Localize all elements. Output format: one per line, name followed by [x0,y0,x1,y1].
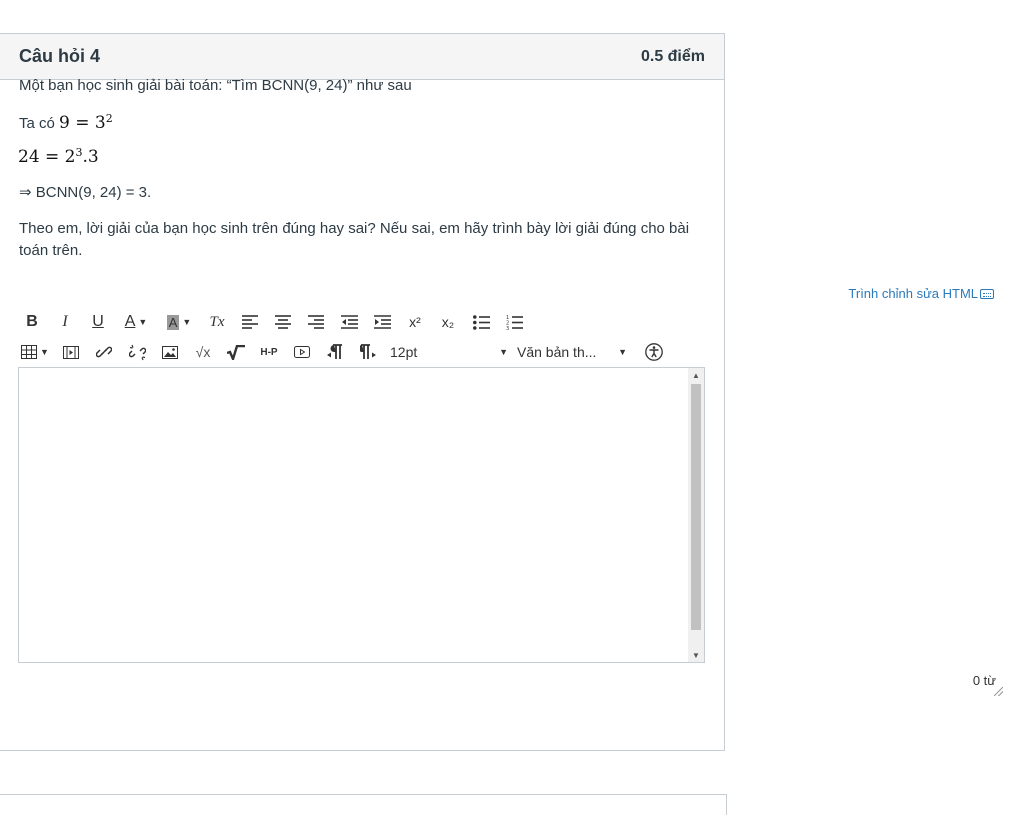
align-left-icon [242,315,258,329]
keyboard-icon[interactable] [980,288,994,299]
math-button[interactable] [223,339,249,365]
question-header: Câu hỏi 4 0.5 điểm [0,34,724,80]
align-center-icon [275,315,291,329]
h5p-button[interactable]: H-P [256,339,282,365]
question-points: 0.5 điểm [640,47,705,65]
italic-icon: I [62,313,68,330]
scroll-down-icon[interactable]: ▼ [688,648,704,662]
h5p-icon: H-P [260,346,278,358]
bullet-list-button[interactable] [468,309,494,335]
accessibility-checker-button[interactable] [641,339,667,365]
editor-scrollbar[interactable]: ▲ ▼ [688,368,704,662]
svg-text:3: 3 [506,326,509,330]
film-icon [63,345,79,359]
image-icon [162,345,178,359]
indent-icon [373,315,391,329]
html-editor-link[interactable]: Trình chỉnh sửa HTML [848,286,994,301]
line2-prefix: Ta có [19,115,55,132]
ltr-button[interactable] [322,339,348,365]
indent-button[interactable] [369,309,395,335]
scroll-up-icon[interactable]: ▲ [688,368,704,382]
question-title: Câu hỏi 4 [19,46,101,66]
subscript-button[interactable]: x₂ [435,309,461,335]
play-icon [294,346,310,358]
bullet-list-icon [472,314,490,330]
accessibility-icon [645,343,663,361]
equation-button[interactable]: √x [190,339,216,365]
text-color-button[interactable]: A ▼ [118,309,154,335]
eq1-exponent: 2 [105,112,113,125]
align-right-button[interactable] [303,309,329,335]
chevron-down-icon: ▼ [40,347,49,357]
block-format-select[interactable]: Văn bản th... ▼ [517,344,627,360]
editor-toolbar-row-1: B I U A ▼ A ▼ Tx x² x₂ 123 [19,309,534,335]
next-question-card [0,794,727,815]
align-right-icon [308,315,324,329]
link-icon [96,346,112,358]
bold-icon: B [26,313,38,330]
rtl-button[interactable] [355,339,381,365]
eq2-exponent: 3 [75,146,83,159]
chevron-down-icon: ▼ [182,317,192,327]
question-text-line1: Một bạn học sinh giải bài toán: “Tìm BCN… [19,77,412,94]
superscript-button[interactable]: x² [402,309,428,335]
underline-icon: U [92,313,104,330]
superscript-icon: x² [409,314,421,330]
eq1-lhs: 9 = 3 [59,113,106,133]
font-size-select[interactable]: 12pt ▼ [390,344,508,360]
align-center-button[interactable] [270,309,296,335]
background-color-button[interactable]: A ▼ [161,309,197,335]
chevron-down-icon: ▼ [499,347,508,357]
background-color-icon: A [166,314,180,330]
table-icon [21,345,38,359]
equation-9: 9 = 32 [59,112,113,133]
align-left-button[interactable] [237,309,263,335]
editor-toolbar-row-2: ▼ √x H-P 12pt ▼ Văn bản th... ▼ [19,339,674,365]
italic-button[interactable]: I [52,309,78,335]
paragraph-rtl-icon [359,344,376,359]
resize-handle-icon[interactable] [994,687,1003,696]
numbered-list-icon: 123 [506,315,523,330]
word-count: 0 từ [972,673,996,688]
question-text-line2: Ta có 9 = 32 [19,112,113,135]
html-editor-label[interactable]: Trình chỉnh sửa HTML [848,286,978,301]
bold-button[interactable]: B [19,309,45,335]
link-button[interactable] [91,339,117,365]
clear-formatting-button[interactable]: Tx [204,309,230,335]
rich-text-editor-area[interactable]: ▲ ▼ [18,367,705,663]
font-size-value: 12pt [390,344,418,360]
chevron-down-icon: ▼ [618,347,627,357]
table-button[interactable]: ▼ [19,339,51,365]
image-button[interactable] [157,339,183,365]
embed-media-button[interactable] [289,339,315,365]
question-text-line4: ⇒ BCNN(9, 24) = 3. [19,184,152,201]
subscript-icon: x₂ [441,314,455,330]
question-text-line3: 24 = 23.3 [18,146,99,169]
clear-format-icon: Tx [209,313,225,330]
text-color-icon: A [124,313,136,330]
eq2-base: 24 = 2 [18,147,76,167]
square-root-icon: √x [195,344,211,360]
numbered-list-button[interactable]: 123 [501,309,527,335]
media-button[interactable] [58,339,84,365]
chevron-down-icon: ▼ [138,317,148,327]
equation-24: 24 = 23.3 [18,146,99,167]
paragraph-ltr-icon [327,344,342,359]
unlink-icon [128,344,146,360]
scroll-thumb[interactable] [691,384,701,630]
eq2-tail: .3 [82,147,99,167]
underline-button[interactable]: U [85,309,111,335]
unlink-button[interactable] [124,339,150,365]
outdent-icon [340,315,358,329]
outdent-button[interactable] [336,309,362,335]
radical-icon [227,344,245,360]
question-text-line5: Theo em, lời giải của bạn học sinh trên … [19,220,690,259]
block-format-value: Văn bản th... [517,344,597,360]
